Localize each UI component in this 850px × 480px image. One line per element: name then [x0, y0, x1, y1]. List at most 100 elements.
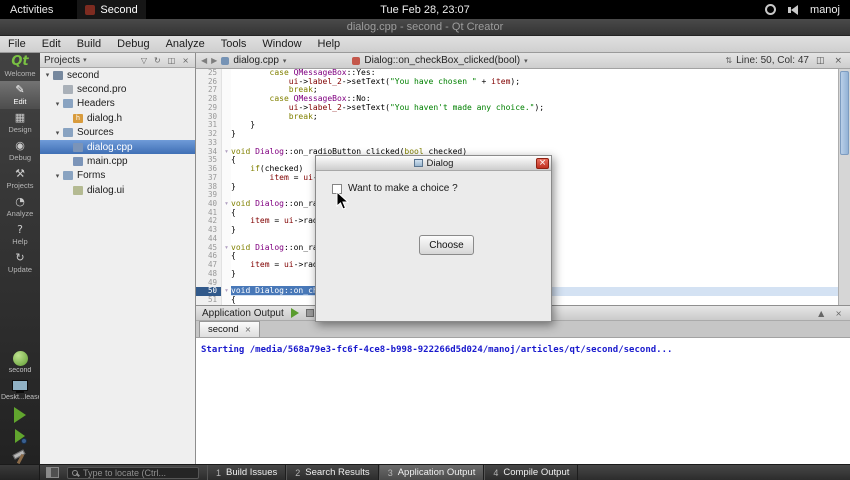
mode-welcome[interactable]: QtWelcome [0, 53, 40, 81]
output-pane-button-compile-output[interactable]: 4 Compile Output [484, 465, 578, 480]
fold-spacer [222, 139, 231, 148]
clock[interactable]: Tue Feb 28, 23:07 [380, 4, 470, 16]
menu-item-build[interactable]: Build [69, 36, 109, 52]
qt-logo-icon: Qt [0, 55, 40, 69]
tree-item-dialog-h[interactable]: hdialog.h [40, 111, 195, 125]
window-titlebar[interactable]: dialog.cpp - second - Qt Creator [0, 19, 850, 36]
run-button[interactable] [14, 407, 26, 423]
mouse-cursor [336, 191, 349, 210]
gnome-top-bar: Activities Second Tue Feb 28, 23:07 mano… [0, 0, 850, 19]
editor-toolbar: ◀ ▶ dialog.cpp ▾ Dialog::on_checkBox_cli… [196, 53, 850, 69]
code-text[interactable]: ui->label_2->setText("You have chosen " … [231, 78, 838, 87]
user-menu[interactable]: manoj [810, 4, 840, 16]
code-text[interactable]: } [231, 121, 838, 130]
checkbox-label[interactable]: Want to make a choice ? [348, 183, 458, 194]
window-list-button[interactable]: Second [77, 0, 145, 19]
tree-item-main-cpp[interactable]: main.cpp [40, 154, 195, 168]
rerun-icon[interactable] [291, 308, 299, 318]
menu-item-debug[interactable]: Debug [109, 36, 157, 52]
dialog-window[interactable]: Dialog × Want to make a choice ? Choose [315, 155, 552, 322]
expander-icon[interactable]: ▾ [53, 172, 62, 180]
locator-input[interactable]: Type to locate (Ctrl... [67, 467, 199, 479]
menu-item-file[interactable]: File [0, 36, 34, 52]
mode-label: Projects [0, 181, 40, 190]
header-file-icon: h [73, 114, 83, 123]
editor-scrollbar[interactable] [838, 69, 850, 305]
volume-icon[interactable] [788, 5, 798, 15]
output-tab-second[interactable]: second × [199, 321, 260, 337]
mode-design[interactable]: ▦Design [0, 109, 40, 137]
tree-item-dialog-cpp[interactable]: dialog.cpp [40, 140, 195, 154]
menu-item-edit[interactable]: Edit [34, 36, 69, 52]
fold-marker-icon[interactable]: ▾ [222, 200, 231, 209]
mode-debug[interactable]: ◉Debug [0, 137, 40, 165]
choose-button[interactable]: Choose [419, 235, 474, 255]
expander-icon[interactable]: ▾ [53, 129, 62, 137]
menu-item-analyze[interactable]: Analyze [158, 36, 213, 52]
code-text[interactable]: break; [231, 113, 838, 122]
tree-item-sources[interactable]: ▾Sources [40, 126, 195, 140]
fold-spacer [222, 86, 231, 95]
line-number[interactable]: 51 [196, 296, 222, 305]
code-text[interactable]: } [231, 130, 838, 139]
stop-icon[interactable] [306, 309, 314, 317]
close-output-icon[interactable]: × [833, 309, 844, 318]
gauge-icon: ◔ [0, 195, 40, 209]
chevron-down-icon[interactable]: ▾ [83, 56, 87, 64]
forward-icon[interactable]: ▶ [211, 56, 217, 65]
close-panel-icon[interactable]: × [180, 56, 191, 65]
maximize-panel-icon[interactable]: ▲ [816, 309, 826, 318]
menu-item-tools[interactable]: Tools [213, 36, 255, 52]
tree-item-label: Headers [77, 98, 115, 109]
build-button[interactable] [11, 450, 29, 464]
symbol-dropdown[interactable]: Dialog::on_checkBox_clicked(bool) ▾ [364, 55, 527, 66]
pane-number: 4 [493, 468, 498, 478]
tree-item-second[interactable]: ▾second [40, 68, 195, 82]
tree-item-headers[interactable]: ▾ Headers [40, 97, 195, 111]
status-bar-corner [0, 465, 40, 480]
dialog-titlebar[interactable]: Dialog × [316, 156, 551, 171]
mode-projects[interactable]: ⚒Projects [0, 165, 40, 193]
fold-spacer [222, 78, 231, 87]
back-icon[interactable]: ◀ [201, 56, 207, 65]
close-editor-icon[interactable]: × [831, 56, 845, 66]
close-tab-icon[interactable]: × [245, 325, 252, 334]
expander-icon[interactable]: ▾ [53, 100, 62, 108]
mode-edit[interactable]: ✎Edit [0, 81, 40, 109]
output-console[interactable]: Starting /media/568a79e3-fc6f-4ce8-b998-… [196, 338, 850, 464]
output-pane-button-build-issues[interactable]: 1Build Issues [207, 465, 286, 480]
sync-icon[interactable]: ↻ [152, 56, 163, 65]
bug-icon: ◉ [0, 139, 40, 153]
updown-icon[interactable]: ⇅ [725, 56, 732, 65]
scrollbar-thumb[interactable] [840, 71, 849, 155]
split-panel-icon[interactable]: ◫ [166, 56, 178, 65]
fold-marker-icon[interactable]: ▾ [222, 148, 231, 157]
mode-analyze[interactable]: ◔Analyze [0, 193, 40, 221]
expander-icon[interactable]: ▾ [43, 71, 52, 79]
pane-number: 2 [295, 468, 300, 478]
pane-label: Compile Output [503, 467, 569, 478]
close-window-button[interactable]: × [536, 158, 549, 169]
mode-help[interactable]: ?Help [0, 221, 40, 249]
split-editor-icon[interactable]: ◫ [813, 56, 828, 66]
mode-update[interactable]: ↻Update [0, 249, 40, 277]
open-file-dropdown[interactable]: dialog.cpp ▾ [233, 55, 286, 66]
tree-item-dialog-ui[interactable]: dialog.ui [40, 183, 195, 197]
code-text[interactable]: ui->label_2->setText("You haven't made a… [231, 104, 838, 113]
fold-marker-icon[interactable]: ▾ [222, 244, 231, 253]
fold-marker-icon[interactable]: ▾ [222, 287, 231, 296]
accessibility-icon[interactable] [765, 4, 776, 15]
sidebar-toggle-button[interactable] [46, 467, 59, 478]
target-selector[interactable]: second Deskt...lease [1, 348, 39, 401]
output-pane-button-application-output[interactable]: 3Application Output [379, 465, 485, 480]
filter-icon[interactable]: ▽ [139, 56, 149, 65]
menu-item-window[interactable]: Window [254, 36, 309, 52]
menu-item-help[interactable]: Help [310, 36, 349, 52]
activities-button[interactable]: Activities [0, 4, 63, 16]
locator-placeholder: Type to locate (Ctrl... [83, 468, 166, 478]
tree-item-second-pro[interactable]: second.pro [40, 82, 195, 96]
debug-run-button[interactable] [15, 429, 25, 443]
pane-label: Application Output [398, 467, 476, 478]
output-pane-button-search-results[interactable]: 2Search Results [286, 465, 378, 480]
tree-item-forms[interactable]: ▾Forms [40, 169, 195, 183]
